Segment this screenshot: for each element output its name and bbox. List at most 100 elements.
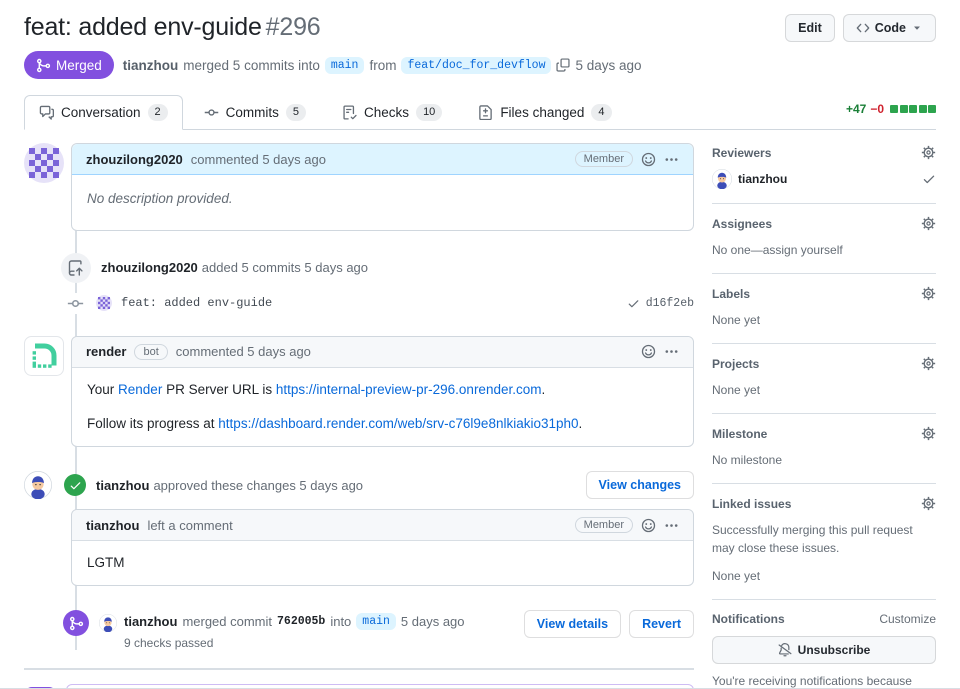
comment-meta: left a comment bbox=[147, 517, 233, 533]
page-title: feat: added env-guide #296 bbox=[24, 12, 777, 43]
diffstat-blocks bbox=[890, 105, 936, 114]
commit-avatar[interactable] bbox=[96, 295, 112, 311]
commit-sha[interactable]: d16f2eb bbox=[646, 297, 694, 310]
bot-comment-body: Your Render PR Server URL is https://int… bbox=[87, 381, 583, 431]
commit-row: feat: added env-guide d16f2eb bbox=[24, 292, 694, 314]
head-branch-label[interactable]: feat/doc_for_devflow bbox=[401, 56, 552, 74]
deletions-count: −0 bbox=[870, 102, 884, 117]
event-author[interactable]: zhouzilong2020 bbox=[101, 260, 198, 275]
event-meta: approved these changes 5 days ago bbox=[153, 477, 364, 493]
pr-time: 5 days ago bbox=[575, 57, 642, 73]
kebab-icon[interactable] bbox=[664, 518, 679, 533]
linked-issues-desc: Successfully merging this pull request m… bbox=[712, 523, 913, 556]
commits-added-event: zhouzilong2020 added 5 commits 5 days ag… bbox=[24, 252, 694, 283]
bot-comment: render bot commented 5 days ago Your Ren… bbox=[24, 335, 694, 447]
smiley-icon[interactable] bbox=[641, 344, 656, 359]
reviewer-avatar[interactable] bbox=[24, 471, 52, 499]
tab-checks[interactable]: Checks 10 bbox=[327, 95, 457, 130]
commit-message[interactable]: feat: added env-guide bbox=[121, 296, 272, 310]
notifications-reason-text: You're receiving notifications because y… bbox=[712, 674, 912, 689]
checklist-icon bbox=[342, 105, 357, 120]
gear-icon[interactable] bbox=[921, 216, 936, 231]
additions-count: +47 bbox=[845, 102, 867, 117]
git-merge-icon bbox=[69, 616, 84, 631]
edit-button[interactable]: Edit bbox=[785, 14, 835, 42]
comment-icon bbox=[39, 105, 54, 120]
member-badge: Member bbox=[574, 517, 633, 533]
pr-description-comment: zhouzilong2020 commented 5 days ago Memb… bbox=[24, 143, 694, 231]
dashboard-url-link[interactable]: https://dashboard.render.com/web/srv-c76… bbox=[218, 416, 578, 431]
gear-icon[interactable] bbox=[921, 286, 936, 301]
from-text: from bbox=[369, 57, 397, 73]
check-icon[interactable] bbox=[627, 297, 640, 310]
comment-author[interactable]: zhouzilong2020 bbox=[86, 152, 183, 167]
approval-event: tianzhou approved these changes 5 days a… bbox=[24, 471, 694, 499]
customize-link[interactable]: Customize bbox=[879, 612, 936, 626]
merge-time: 5 days ago bbox=[400, 614, 465, 630]
event-author[interactable]: tianzhou bbox=[124, 614, 177, 629]
avatar[interactable] bbox=[24, 143, 64, 183]
gear-icon[interactable] bbox=[921, 145, 936, 160]
check-icon bbox=[69, 479, 82, 492]
comment-body: No description provided. bbox=[87, 191, 233, 207]
pull-request-page: feat: added env-guide #296 Edit Code Merg… bbox=[0, 0, 960, 689]
pr-author-link[interactable]: tianzhou bbox=[123, 58, 179, 73]
tab-checks-count: 10 bbox=[416, 104, 443, 122]
comment-author[interactable]: tianzhou bbox=[86, 518, 139, 533]
pr-title-text: feat: added env-guide bbox=[24, 13, 262, 41]
pr-number: #296 bbox=[265, 13, 321, 41]
member-badge: Member bbox=[574, 151, 633, 168]
smiley-icon[interactable] bbox=[641, 518, 656, 533]
reviewer-name[interactable]: tianzhou bbox=[738, 172, 787, 186]
tab-commits-count: 5 bbox=[285, 104, 307, 122]
tab-conversation[interactable]: Conversation 2 bbox=[24, 95, 183, 131]
sidebar-milestone: Milestone No milestone bbox=[712, 414, 936, 485]
tab-conversation-count: 2 bbox=[147, 104, 168, 122]
render-bot-avatar[interactable] bbox=[24, 336, 64, 376]
assignees-empty-text[interactable]: No one—assign yourself bbox=[712, 241, 936, 259]
view-details-button[interactable]: View details bbox=[523, 610, 622, 639]
reviewer-row: tianzhou bbox=[712, 169, 936, 189]
smiley-icon[interactable] bbox=[641, 152, 656, 167]
sidebar-linked-issues: Linked issues Successfully merging this … bbox=[712, 484, 936, 601]
milestone-empty-text: No milestone bbox=[712, 453, 783, 468]
kebab-icon[interactable] bbox=[664, 152, 679, 167]
merged-banner: Pull request successfully merged and clo… bbox=[24, 684, 694, 689]
copy-icon[interactable] bbox=[556, 58, 570, 72]
diffstat: +47 −0 bbox=[846, 102, 936, 122]
code-button[interactable]: Code bbox=[842, 14, 936, 42]
merger-avatar[interactable] bbox=[99, 614, 117, 632]
bell-slash-icon bbox=[778, 643, 792, 657]
preview-url-link[interactable]: https://internal-preview-pr-296.onrender… bbox=[276, 382, 542, 397]
review-comment-body: LGTM bbox=[87, 555, 125, 570]
approved-check-badge bbox=[64, 474, 86, 496]
status-badge: Merged bbox=[24, 51, 114, 80]
gear-icon[interactable] bbox=[921, 356, 936, 371]
merge-commit-sha[interactable]: 762005b bbox=[277, 615, 325, 628]
checks-passed-text[interactable]: 9 checks passed bbox=[124, 636, 465, 650]
view-changes-button[interactable]: View changes bbox=[585, 471, 694, 499]
reviewer-avatar[interactable] bbox=[712, 169, 732, 189]
repo-push-icon bbox=[68, 260, 84, 276]
sidebar-reviewers: Reviewers tianzhou bbox=[712, 143, 936, 205]
gear-icon[interactable] bbox=[921, 496, 936, 511]
comment-meta: commented 5 days ago bbox=[190, 151, 326, 167]
tab-files-changed[interactable]: Files changed 4 bbox=[463, 95, 626, 130]
kebab-icon[interactable] bbox=[664, 344, 679, 359]
tab-commits[interactable]: Commits 5 bbox=[189, 95, 321, 130]
merge-event: tianzhou merged commit 762005b into main… bbox=[24, 610, 694, 650]
revert-button[interactable]: Revert bbox=[629, 610, 694, 639]
event-author[interactable]: tianzhou bbox=[96, 478, 149, 493]
sidebar-assignees: Assignees No one—assign yourself bbox=[712, 204, 936, 275]
sidebar-notifications: Notifications Customize Unsubscribe You'… bbox=[712, 600, 936, 689]
comment-author[interactable]: render bbox=[86, 344, 126, 359]
merge-base-branch-label[interactable]: main bbox=[356, 613, 396, 631]
base-branch-label[interactable]: main bbox=[324, 56, 365, 74]
gear-icon[interactable] bbox=[921, 426, 936, 441]
render-link[interactable]: Render bbox=[118, 382, 162, 397]
pr-meta: Merged tianzhou merged 5 commits into ma… bbox=[24, 51, 936, 80]
unsubscribe-button[interactable]: Unsubscribe bbox=[712, 636, 936, 665]
commit-icon bbox=[204, 105, 219, 120]
pr-header: feat: added env-guide #296 Edit Code Merg… bbox=[24, 12, 936, 80]
labels-empty-text: None yet bbox=[712, 313, 761, 328]
